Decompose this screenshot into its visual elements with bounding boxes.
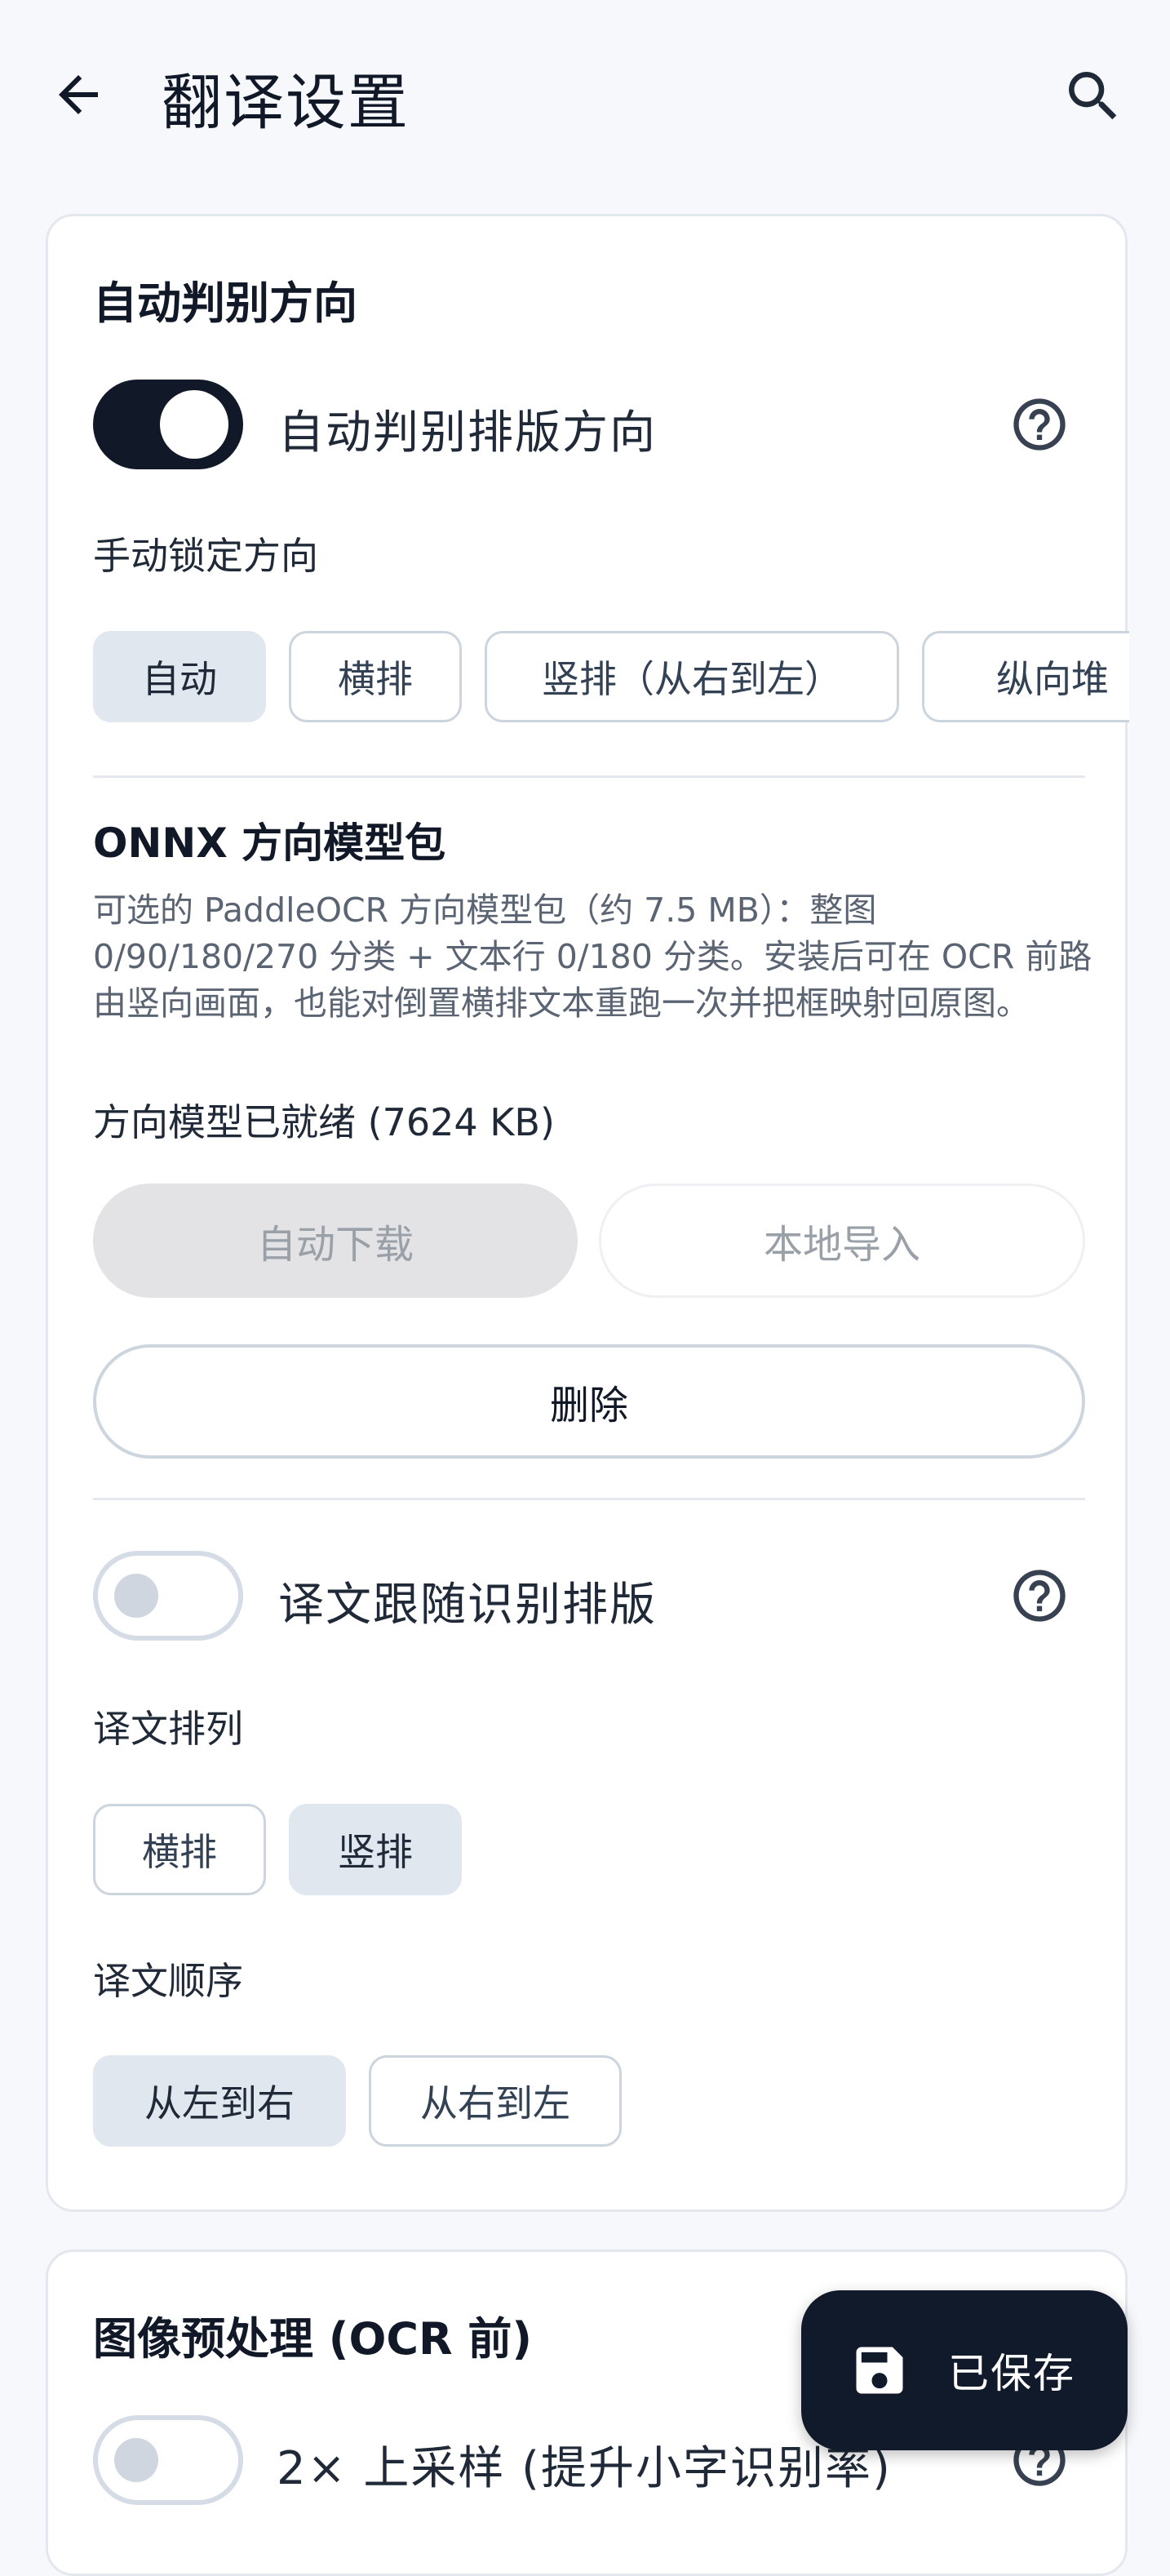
follow-layout-label: 译文跟随识别排版 [278,1579,657,1632]
help-icon [1013,1570,1066,1622]
search-button[interactable] [1061,64,1126,129]
chip-arrange-vertical[interactable]: 竖排 [289,1804,462,1895]
auto-direction-card: 自动判别方向 自动判别排版方向 手动锁定方向 自动 横排 竖排（从右到左） 纵向… [46,214,1129,2212]
saved-fab[interactable]: 已保存 [801,2290,1128,2450]
auto-download-button[interactable]: 自动下载 [93,1184,578,1298]
help-button-auto-detect[interactable] [1008,393,1070,455]
chip-order-ltr[interactable]: 从左到右 [93,2055,346,2147]
chip-vertical-stack[interactable]: 纵向堆 [922,631,1129,722]
section-title-preprocessing: 图像预处理 (OCR 前) [93,2313,533,2365]
auto-detect-toggle[interactable] [93,380,243,469]
upscale-toggle[interactable] [93,2415,243,2505]
delete-button[interactable]: 删除 [93,1344,1085,1459]
upscale-label: 2× 上采样 (提升小字识别率) [277,2442,892,2495]
search-icon [1069,72,1117,120]
onnx-description: 可选的 PaddleOCR 方向模型包（约 7.5 MB）：整图 0/90/18… [93,890,1092,1023]
back-button[interactable] [49,65,108,124]
chip-vertical-rtl[interactable]: 竖排（从右到左） [485,631,899,722]
divider [93,1498,1085,1500]
save-icon [849,2339,911,2401]
section-title-auto-direction: 自动判别方向 [93,278,357,329]
follow-layout-toggle[interactable] [93,1551,243,1641]
app-bar: 翻译设置 [0,0,1170,193]
local-import-button[interactable]: 本地导入 [599,1184,1085,1298]
model-status: 方向模型已就绪 (7624 KB) [93,1100,555,1144]
manual-lock-chip-group: 自动 横排 竖排（从右到左） 纵向堆 [93,631,1129,729]
divider [93,775,1085,778]
toggle-knob [160,390,228,459]
translation-order-label: 译文顺序 [93,1959,243,2003]
page-title: 翻译设置 [162,68,410,138]
chip-auto[interactable]: 自动 [93,631,266,722]
translation-arrangement-label: 译文排列 [93,1707,243,1751]
toggle-knob [114,1574,158,1618]
chip-horizontal[interactable]: 横排 [289,631,462,722]
help-button-follow-layout[interactable] [1008,1565,1070,1627]
help-icon [1013,398,1066,451]
toggle-knob [114,2438,158,2482]
chip-order-rtl[interactable]: 从右到左 [369,2055,622,2147]
onnx-title: ONNX 方向模型包 [93,819,446,867]
chip-arrange-horizontal[interactable]: 横排 [93,1804,266,1895]
fab-label: 已保存 [948,2350,1075,2397]
auto-detect-label: 自动判别排版方向 [278,406,657,460]
arrow-back-icon [59,75,98,114]
manual-lock-label: 手动锁定方向 [93,534,318,578]
